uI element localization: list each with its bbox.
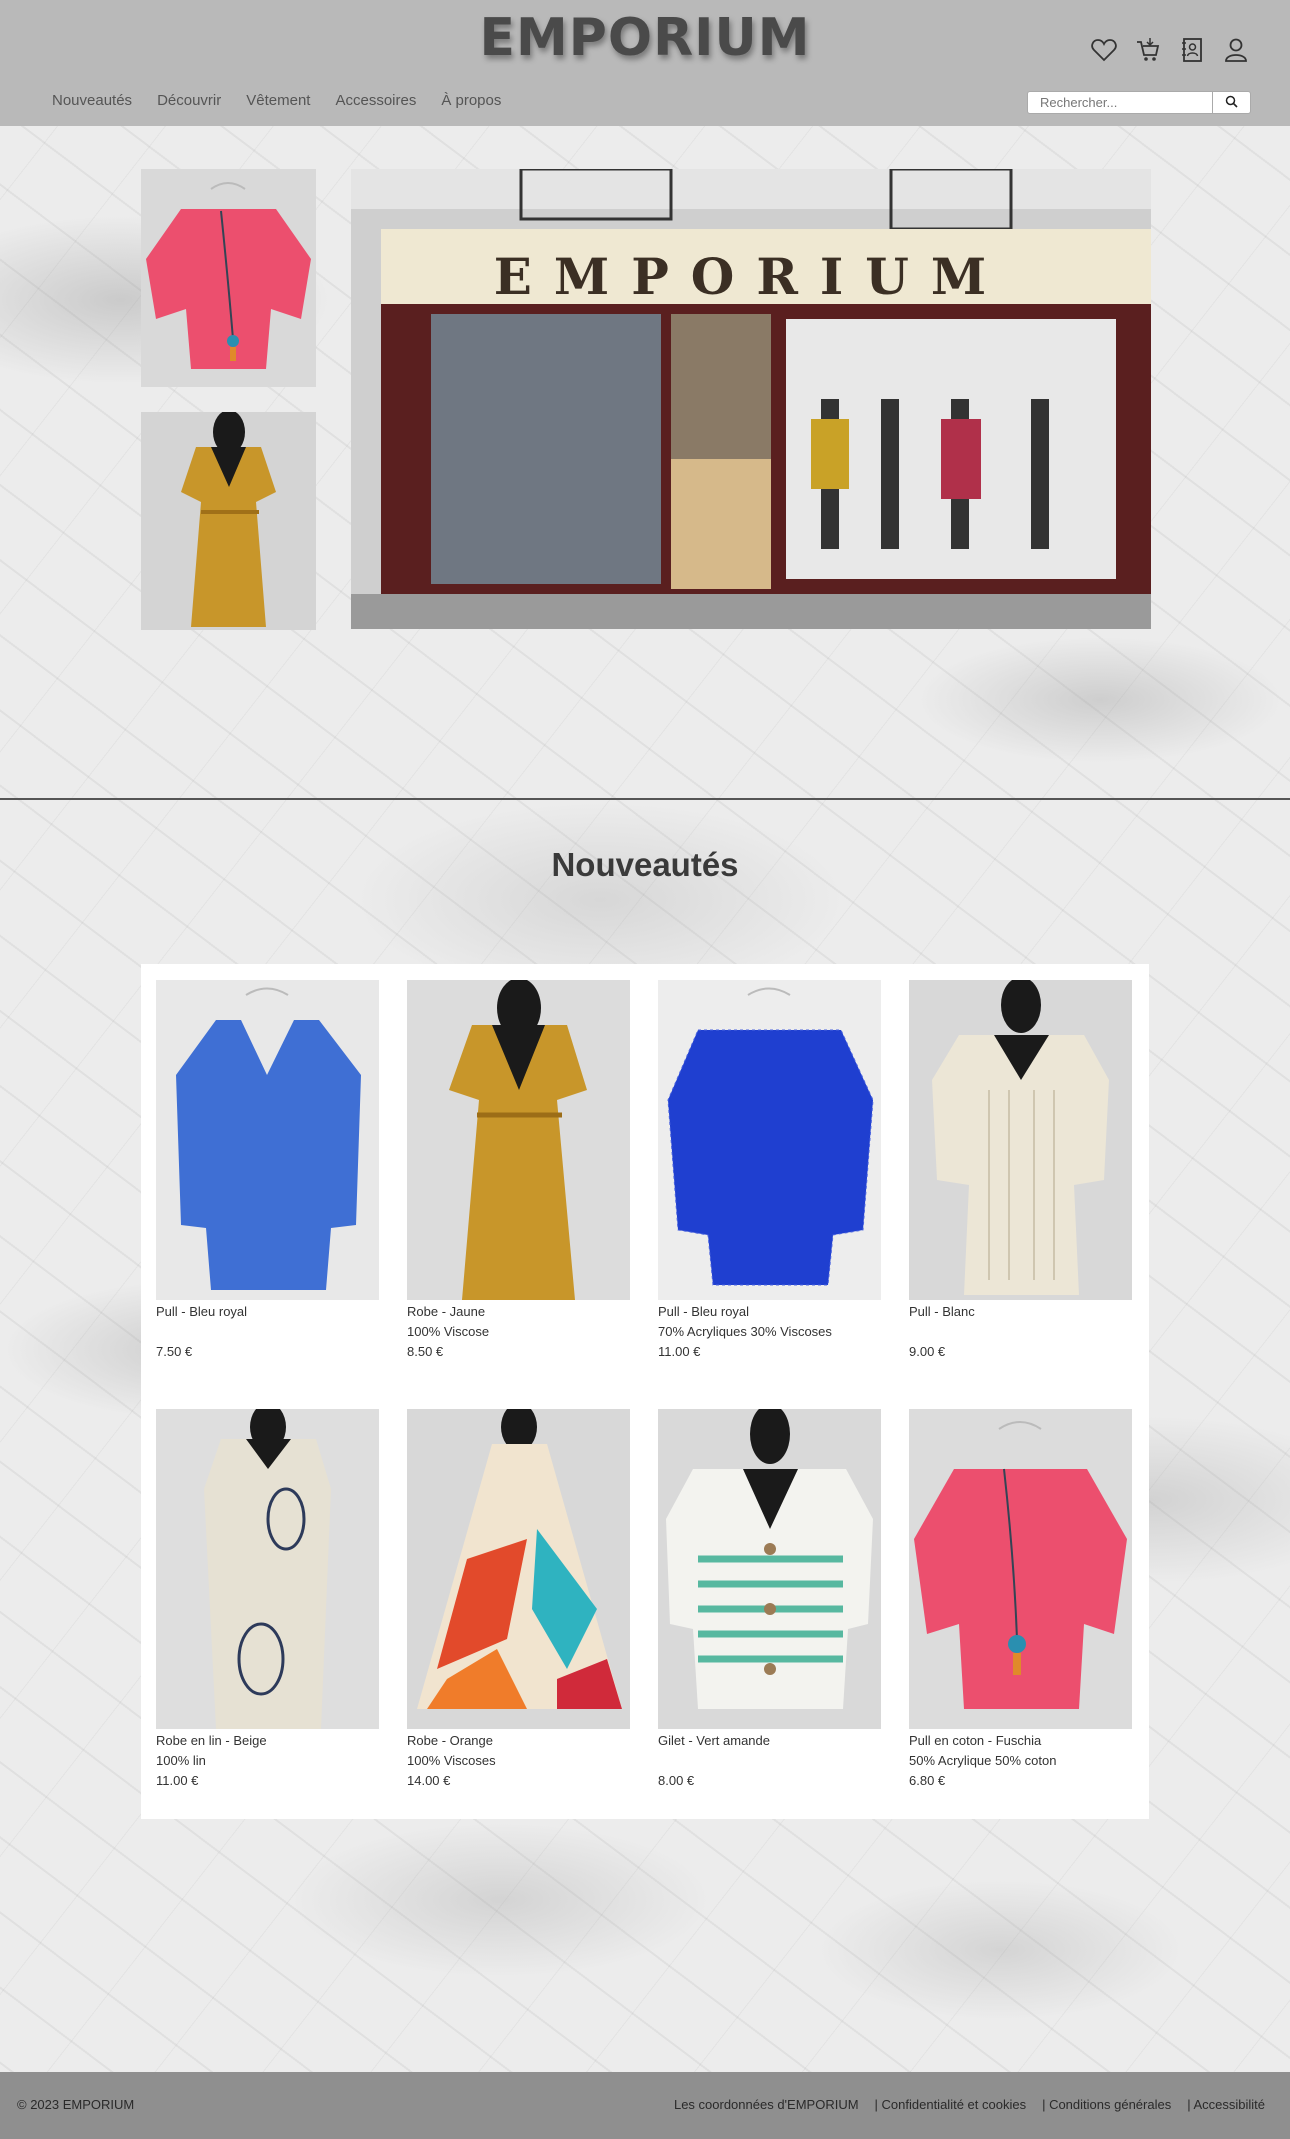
product-image[interactable] — [407, 980, 630, 1300]
search-input[interactable] — [1027, 91, 1213, 114]
product-card[interactable]: Robe - Orange 100% Viscoses 14.00 € — [407, 1409, 630, 1791]
product-card[interactable]: Pull en coton - Fuschia 50% Acrylique 50… — [909, 1409, 1132, 1791]
heart-icon[interactable] — [1090, 36, 1118, 64]
product-grid: Pull - Bleu royal 7.50 € Robe - Jaune 10… — [141, 964, 1149, 1819]
product-image[interactable] — [156, 980, 379, 1300]
product-price: 11.00 € — [658, 1344, 701, 1359]
product-detail: 70% Acryliques 30% Viscoses — [658, 1324, 832, 1339]
nav-item-decouvrir[interactable]: Découvrir — [157, 92, 221, 109]
storefront-photo: EMPORIUM — [351, 169, 1151, 629]
product-card[interactable]: Pull - Bleu royal 70% Acryliques 30% Vis… — [658, 980, 881, 1362]
product-image[interactable] — [407, 1409, 630, 1729]
product-detail: 50% Acrylique 50% coton — [909, 1753, 1057, 1768]
product-name: Robe - Jaune — [407, 1304, 486, 1319]
product-image[interactable] — [909, 980, 1132, 1300]
product-detail — [156, 1322, 379, 1342]
user-icon[interactable] — [1222, 36, 1250, 64]
site-header: EMPORIUM Nouveautés Découvrir Vêtement A… — [0, 0, 1290, 126]
product-price: 9.00 € — [909, 1344, 946, 1359]
cart-icon[interactable] — [1134, 36, 1162, 64]
product-name: Robe - Orange — [407, 1733, 493, 1748]
product-name: Gilet - Vert amande — [658, 1733, 770, 1748]
header-icons — [1090, 36, 1250, 64]
product-price: 7.50 € — [156, 1344, 193, 1359]
store-sign: EMPORIUM — [494, 247, 1009, 306]
product-detail: 100% Viscoses — [407, 1753, 496, 1768]
footer-link-terms[interactable]: | Conditions générales — [1042, 2097, 1171, 2112]
product-detail: 100% Viscose — [407, 1324, 490, 1339]
section-divider — [0, 798, 1290, 800]
nav-item-a-propos[interactable]: À propos — [441, 92, 501, 109]
product-price: 14.00 € — [407, 1773, 451, 1788]
product-name: Pull - Bleu royal — [156, 1304, 248, 1319]
product-name: Pull en coton - Fuschia — [909, 1733, 1042, 1748]
product-name: Pull - Blanc — [909, 1304, 975, 1319]
nav-item-nouveautes[interactable]: Nouveautés — [52, 92, 132, 109]
product-image[interactable] — [156, 1409, 379, 1729]
product-card[interactable]: Pull - Blanc 9.00 € — [909, 980, 1132, 1362]
product-card[interactable]: Gilet - Vert amande 8.00 € — [658, 1409, 881, 1791]
product-card[interactable]: Robe en lin - Beige 100% lin 11.00 € — [156, 1409, 379, 1791]
product-detail — [909, 1322, 1132, 1342]
product-name: Pull - Bleu royal — [658, 1304, 750, 1319]
product-detail: 100% lin — [156, 1753, 206, 1768]
nav-item-accessoires[interactable]: Accessoires — [335, 92, 416, 109]
nav-item-vetement[interactable]: Vêtement — [246, 92, 310, 109]
footer-link-accessibility[interactable]: | Accessibilité — [1187, 2097, 1265, 2112]
main-nav: Nouveautés Découvrir Vêtement Accessoire… — [52, 92, 501, 109]
search-button[interactable] — [1213, 91, 1251, 114]
product-price: 8.00 € — [658, 1773, 695, 1788]
footer-link-privacy[interactable]: | Confidentialité et cookies — [875, 2097, 1027, 2112]
product-card[interactable]: Pull - Bleu royal 7.50 € — [156, 980, 379, 1362]
contact-book-icon[interactable] — [1178, 36, 1206, 64]
section-title: Nouveautés — [551, 846, 739, 883]
site-footer: © 2023 EMPORIUM Les coordonnées d'EMPORI… — [0, 2072, 1290, 2139]
search-bar — [1027, 91, 1251, 114]
product-image[interactable] — [658, 980, 881, 1300]
product-price: 8.50 € — [407, 1344, 444, 1359]
product-price: 6.80 € — [909, 1773, 946, 1788]
footer-links: Les coordonnées d'EMPORIUM | Confidentia… — [674, 2097, 1265, 2112]
footer-link-contact[interactable]: Les coordonnées d'EMPORIUM — [674, 2097, 859, 2112]
product-detail — [658, 1751, 881, 1771]
hero-thumb-yellow-dress[interactable] — [141, 412, 316, 630]
product-price: 11.00 € — [156, 1773, 199, 1788]
copyright-text: © 2023 EMPORIUM — [17, 2097, 135, 2112]
product-card[interactable]: Robe - Jaune 100% Viscose 8.50 € — [407, 980, 630, 1362]
search-icon — [1225, 95, 1238, 111]
product-image[interactable] — [658, 1409, 881, 1729]
product-image[interactable] — [909, 1409, 1132, 1729]
product-name: Robe en lin - Beige — [156, 1733, 267, 1748]
hero-thumb-pink-sweater[interactable] — [141, 169, 316, 387]
